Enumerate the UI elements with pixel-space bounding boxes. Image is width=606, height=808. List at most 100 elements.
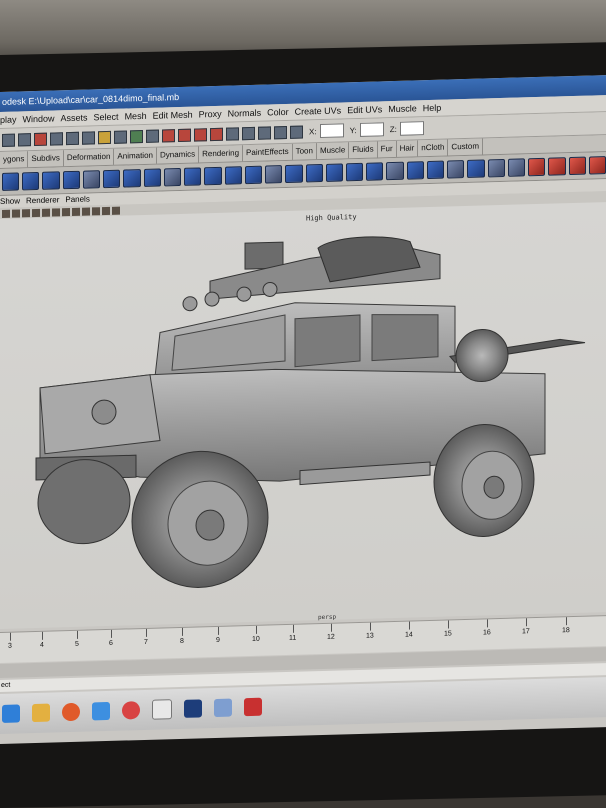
menu-item[interactable]: Muscle [388,100,417,117]
shelf-tab[interactable]: Hair [396,140,419,157]
snap-plane-icon[interactable] [210,127,223,141]
extrude-icon[interactable] [285,164,303,184]
ie-icon[interactable] [2,704,20,723]
collapse-icon[interactable] [426,160,445,180]
boolean-icon[interactable] [184,167,202,186]
panel-menu-item[interactable]: Panels [65,193,89,206]
3d-viewport[interactable]: High Quality persp [0,202,606,630]
snap-curve-icon[interactable] [178,128,191,142]
mode-select-icon[interactable] [2,133,15,147]
isolate-icon[interactable] [92,207,100,216]
shelf-tab[interactable]: Custom [448,138,483,156]
render-settings-icon[interactable] [274,125,287,139]
poly-cone-icon[interactable] [62,170,80,190]
merge-icon[interactable] [406,161,424,180]
insert-edge-loop-icon[interactable] [366,162,384,181]
textured-icon[interactable] [62,208,70,217]
menu-item[interactable]: Edit UVs [347,101,382,118]
planar-map-icon[interactable] [507,158,526,177]
mix-icon[interactable] [568,156,586,176]
shelf-tab[interactable]: Dynamics [156,146,200,164]
menu-item[interactable]: Create UVs [295,102,342,119]
soften-edge-icon[interactable] [528,157,546,177]
ipr-render-icon[interactable] [258,125,271,140]
save-icon[interactable] [34,132,47,146]
poly-cylinder-icon[interactable] [42,171,60,190]
vehicle-model[interactable] [0,202,606,629]
media-player-icon[interactable] [62,702,80,722]
z-field[interactable] [399,121,424,136]
poly-torus-icon[interactable] [103,169,121,189]
shelf-tab[interactable]: Fluids [349,141,378,159]
uv-editor-icon[interactable] [487,158,505,178]
shelf-tab[interactable]: nCloth [418,139,449,157]
select-object-icon[interactable] [66,131,79,145]
menu-item[interactable]: Window [23,110,55,127]
shadows-icon[interactable] [82,207,90,216]
photoshop-icon[interactable] [184,699,202,718]
render-icon[interactable] [242,126,255,140]
menu-item[interactable]: Help [423,100,442,117]
cp-icon[interactable] [548,157,566,176]
wireframe-icon[interactable] [42,208,50,217]
history-icon[interactable] [226,126,239,141]
select-component-icon[interactable] [82,130,95,145]
mask-icon[interactable] [98,130,111,144]
reduce-icon[interactable] [224,166,242,185]
select-hierarchy-icon[interactable] [50,131,63,146]
menu-item[interactable]: Color [267,104,289,121]
shelf-tab[interactable]: Deformation [63,148,115,167]
snap-grid-icon[interactable] [162,128,175,142]
input-mode-icon[interactable] [290,125,303,139]
browser-icon[interactable] [92,701,110,721]
zbrush-icon[interactable] [152,699,172,720]
lock-icon[interactable] [146,129,159,143]
bookmark-icon[interactable] [12,209,20,218]
antivirus-icon[interactable] [122,701,140,720]
shelf-tab[interactable]: PaintEffects [243,143,293,162]
poly-sphere-icon[interactable] [2,172,20,191]
extract-icon[interactable] [163,167,182,187]
split-polygon-icon[interactable] [345,162,364,182]
x-field[interactable] [319,123,344,139]
triangulate-icon[interactable] [447,160,465,179]
shelf-tab[interactable]: Subdivs [28,150,64,168]
shelf-tab[interactable]: Animation [114,147,157,165]
poly-plane-icon[interactable] [82,170,101,189]
fill-hole-icon[interactable] [265,165,283,184]
mask-icon[interactable] [114,129,127,144]
mask-icon[interactable] [130,129,143,143]
resolution-gate-icon[interactable] [112,206,120,215]
xray-icon[interactable] [102,206,110,216]
panel-menu-item[interactable]: Renderer [26,194,59,207]
poly-cube-icon[interactable] [22,171,40,191]
grid-icon[interactable] [32,208,40,218]
menu-item[interactable]: Edit Mesh [153,107,193,124]
folder-icon[interactable] [32,703,50,723]
camera-icon[interactable] [2,209,10,218]
snap-point-icon[interactable] [194,127,207,142]
smooth-shade-icon[interactable] [52,208,60,217]
folder-open-icon[interactable] [18,132,31,146]
shelf-tab[interactable]: Toon [292,143,317,160]
menu-item[interactable]: Select [94,109,119,126]
image-plane-icon[interactable] [22,209,30,218]
combine-icon[interactable] [123,169,141,188]
menu-item[interactable]: Normals [228,105,262,122]
foxit-icon[interactable] [244,697,262,717]
smooth-icon[interactable] [204,166,222,186]
bridge-icon[interactable] [305,163,323,183]
shelf-tab[interactable]: Fur [377,140,397,158]
menu-item[interactable]: Assets [61,110,88,127]
append-polygon-icon[interactable] [325,163,343,182]
menu-item[interactable]: Proxy [199,106,222,123]
bevel-icon[interactable] [386,161,404,181]
shelf-tab[interactable]: ygons [0,151,29,168]
panel-menu-item[interactable]: Show [0,195,20,208]
quadrangulate-icon[interactable] [467,159,485,178]
shelf-tab[interactable]: Muscle [316,142,350,160]
menu-item[interactable]: play [0,112,17,128]
y-field[interactable] [359,122,384,137]
mirror-icon[interactable] [244,165,263,185]
image-viewer-icon[interactable] [214,698,232,718]
